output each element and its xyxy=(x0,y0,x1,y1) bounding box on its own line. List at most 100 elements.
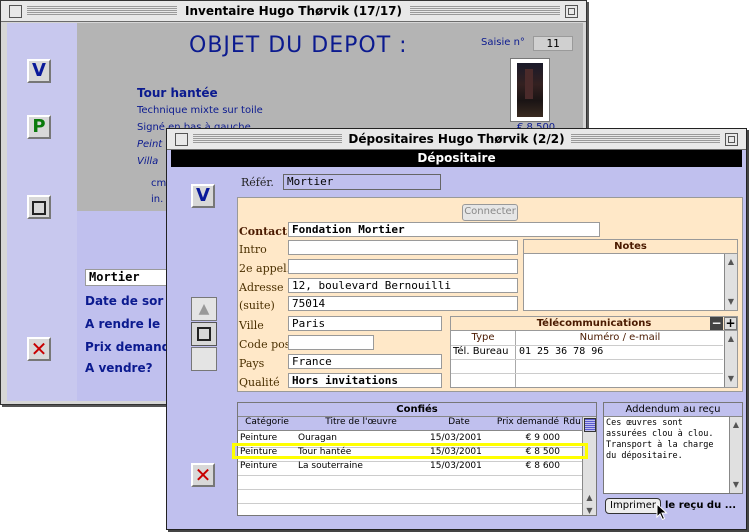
intro-label: Intro xyxy=(239,243,267,256)
ville-field[interactable]: Paris xyxy=(288,316,442,331)
telecom-title: Télécommunications xyxy=(451,317,737,331)
print-button[interactable]: Imprimer xyxy=(605,498,661,514)
navigation-stack: ▲ xyxy=(191,297,217,373)
field-date-sortie: Date de sor xyxy=(85,294,164,308)
validate-button[interactable]: V xyxy=(191,184,215,208)
appel-label: 2e appel. xyxy=(239,262,291,275)
connect-button[interactable]: Connecter xyxy=(462,204,518,221)
contact-field[interactable]: Fondation Mortier xyxy=(288,222,600,237)
telecom-type: Tél. Bureau xyxy=(453,346,509,357)
scroll-thumb[interactable] xyxy=(583,418,596,432)
cursor-arrow-icon xyxy=(656,503,668,521)
confies-scrollbar[interactable] xyxy=(582,417,596,515)
scroll-up-icon[interactable] xyxy=(730,417,742,430)
contact-label: Contact xyxy=(239,225,288,238)
addendum-title: Addendum au reçu xyxy=(604,403,742,417)
notes-text-area[interactable] xyxy=(524,254,722,310)
front-window-titlebar[interactable]: Dépositaires Hugo Thørvik (2/2) xyxy=(167,129,746,150)
confies-title: Confiés xyxy=(238,403,596,417)
scroll-down-icon[interactable] xyxy=(725,371,737,384)
appel-field[interactable] xyxy=(288,259,518,274)
telecom-add-button[interactable]: + xyxy=(724,317,737,330)
contact-panel: Connecter Contact Fondation Mortier Intr… xyxy=(237,197,743,392)
header-titre: Titre de l'œuvre xyxy=(325,417,397,427)
artwork-villa: Villa xyxy=(137,156,159,167)
triangle-up-icon: ▲ xyxy=(198,301,210,317)
back-tool-strip: V P ✕ xyxy=(7,23,77,401)
close-box-icon[interactable] xyxy=(9,5,22,18)
close-box-icon[interactable] xyxy=(175,133,188,146)
refer-label: Référ. xyxy=(241,176,274,189)
stop-button[interactable] xyxy=(191,322,217,346)
section-header: Dépositaire xyxy=(171,150,742,167)
artwork-cm: cm xyxy=(151,178,167,189)
refer-field[interactable]: Mortier xyxy=(283,174,441,190)
delete-button[interactable]: ✕ xyxy=(27,337,51,361)
adresse-label: Adresse xyxy=(239,281,284,294)
zoom-box-icon[interactable] xyxy=(565,5,578,18)
telecom-number: 01 25 36 78 96 xyxy=(519,346,604,357)
addendum-scrollbar[interactable] xyxy=(729,417,742,493)
scroll-up-icon[interactable] xyxy=(583,490,596,503)
header-rdu: Rdu xyxy=(563,417,581,427)
field-a-rendre: A rendre le xyxy=(85,317,161,331)
validate-button[interactable]: V xyxy=(27,59,51,83)
depositaire-field[interactable]: Mortier xyxy=(85,269,171,286)
telecom-scrollbar[interactable] xyxy=(724,331,737,387)
addendum-panel: Addendum au reçu Ces œuvres sont assurée… xyxy=(603,402,743,494)
zoom-box-icon[interactable] xyxy=(725,133,738,146)
print-suffix: le reçu du ... xyxy=(665,500,737,511)
scroll-down-icon[interactable] xyxy=(583,503,596,516)
ville-label: Ville xyxy=(239,319,264,332)
notes-title: Notes xyxy=(524,240,737,254)
square-icon xyxy=(197,327,211,341)
code-field[interactable] xyxy=(288,335,374,350)
back-window-titlebar[interactable]: Inventaire Hugo Thørvik (17/17) xyxy=(1,1,586,22)
artwork-technique: Technique mixte sur toile xyxy=(137,105,263,116)
confies-header-row: Catégorie Titre de l'œuvre Date Prix dem… xyxy=(238,417,583,431)
print-p-button[interactable]: P xyxy=(27,115,51,139)
delete-button[interactable]: ✕ xyxy=(191,463,215,487)
scroll-down-icon[interactable] xyxy=(725,294,737,307)
field-prix-demande: Prix demand xyxy=(85,340,171,354)
square-button[interactable] xyxy=(27,195,51,219)
table-row[interactable]: Peinture La souterraine 15/03/2001 € 8 6… xyxy=(238,461,583,476)
saisie-field[interactable]: 11 xyxy=(533,36,573,51)
saisie-label: Saisie n° xyxy=(481,37,525,48)
telecom-row[interactable]: Tél. Bureau 01 25 36 78 96 xyxy=(451,345,723,360)
front-window: Dépositaires Hugo Thørvik (2/2) Déposita… xyxy=(166,128,747,530)
field-a-vendre: A vendre? xyxy=(85,361,153,375)
telecom-header-number: Numéro / e-mail xyxy=(579,332,661,343)
artwork-thumbnail[interactable] xyxy=(510,58,550,122)
artwork-in: in. xyxy=(151,194,164,205)
telecom-panel: Télécommunications − + Type Numéro / e-m… xyxy=(450,316,738,388)
header-prix: Prix demandé xyxy=(496,417,560,427)
scroll-up-icon[interactable] xyxy=(725,254,737,267)
scroll-down-icon[interactable] xyxy=(730,477,742,490)
scroll-up-icon[interactable] xyxy=(725,331,737,344)
artwork-title: Tour hantée xyxy=(137,86,218,100)
intro-field[interactable] xyxy=(288,240,518,255)
suite-field[interactable]: 75014 xyxy=(288,296,518,311)
telecom-header-type: Type xyxy=(471,332,495,343)
header-date: Date xyxy=(448,417,470,427)
selection-highlight xyxy=(232,443,588,459)
next-record-button[interactable] xyxy=(191,347,217,371)
back-window-title: Inventaire Hugo Thørvik (17/17) xyxy=(178,4,409,18)
qualite-label: Qualité xyxy=(239,376,280,389)
pays-field[interactable]: France xyxy=(288,354,442,369)
notes-scrollbar[interactable] xyxy=(724,254,737,310)
pays-label: Pays xyxy=(239,357,265,370)
confies-panel: Confiés Catégorie Titre de l'œuvre Date … xyxy=(237,402,597,516)
suite-label: (suite) xyxy=(239,299,275,312)
header-categorie: Catégorie xyxy=(245,417,289,427)
telecom-remove-button[interactable]: − xyxy=(710,317,723,330)
artwork-painted: Peint xyxy=(137,139,163,150)
addendum-text[interactable]: Ces œuvres sont assurées clou à clou. Tr… xyxy=(606,418,724,462)
notes-panel: Notes xyxy=(523,239,738,311)
page-title: OBJET DU DEPOT : xyxy=(189,33,408,58)
qualite-field[interactable]: Hors invitations xyxy=(288,373,442,388)
previous-record-button[interactable]: ▲ xyxy=(191,297,217,321)
square-icon xyxy=(32,201,46,215)
adresse-field[interactable]: 12, boulevard Bernouilli xyxy=(288,278,518,293)
